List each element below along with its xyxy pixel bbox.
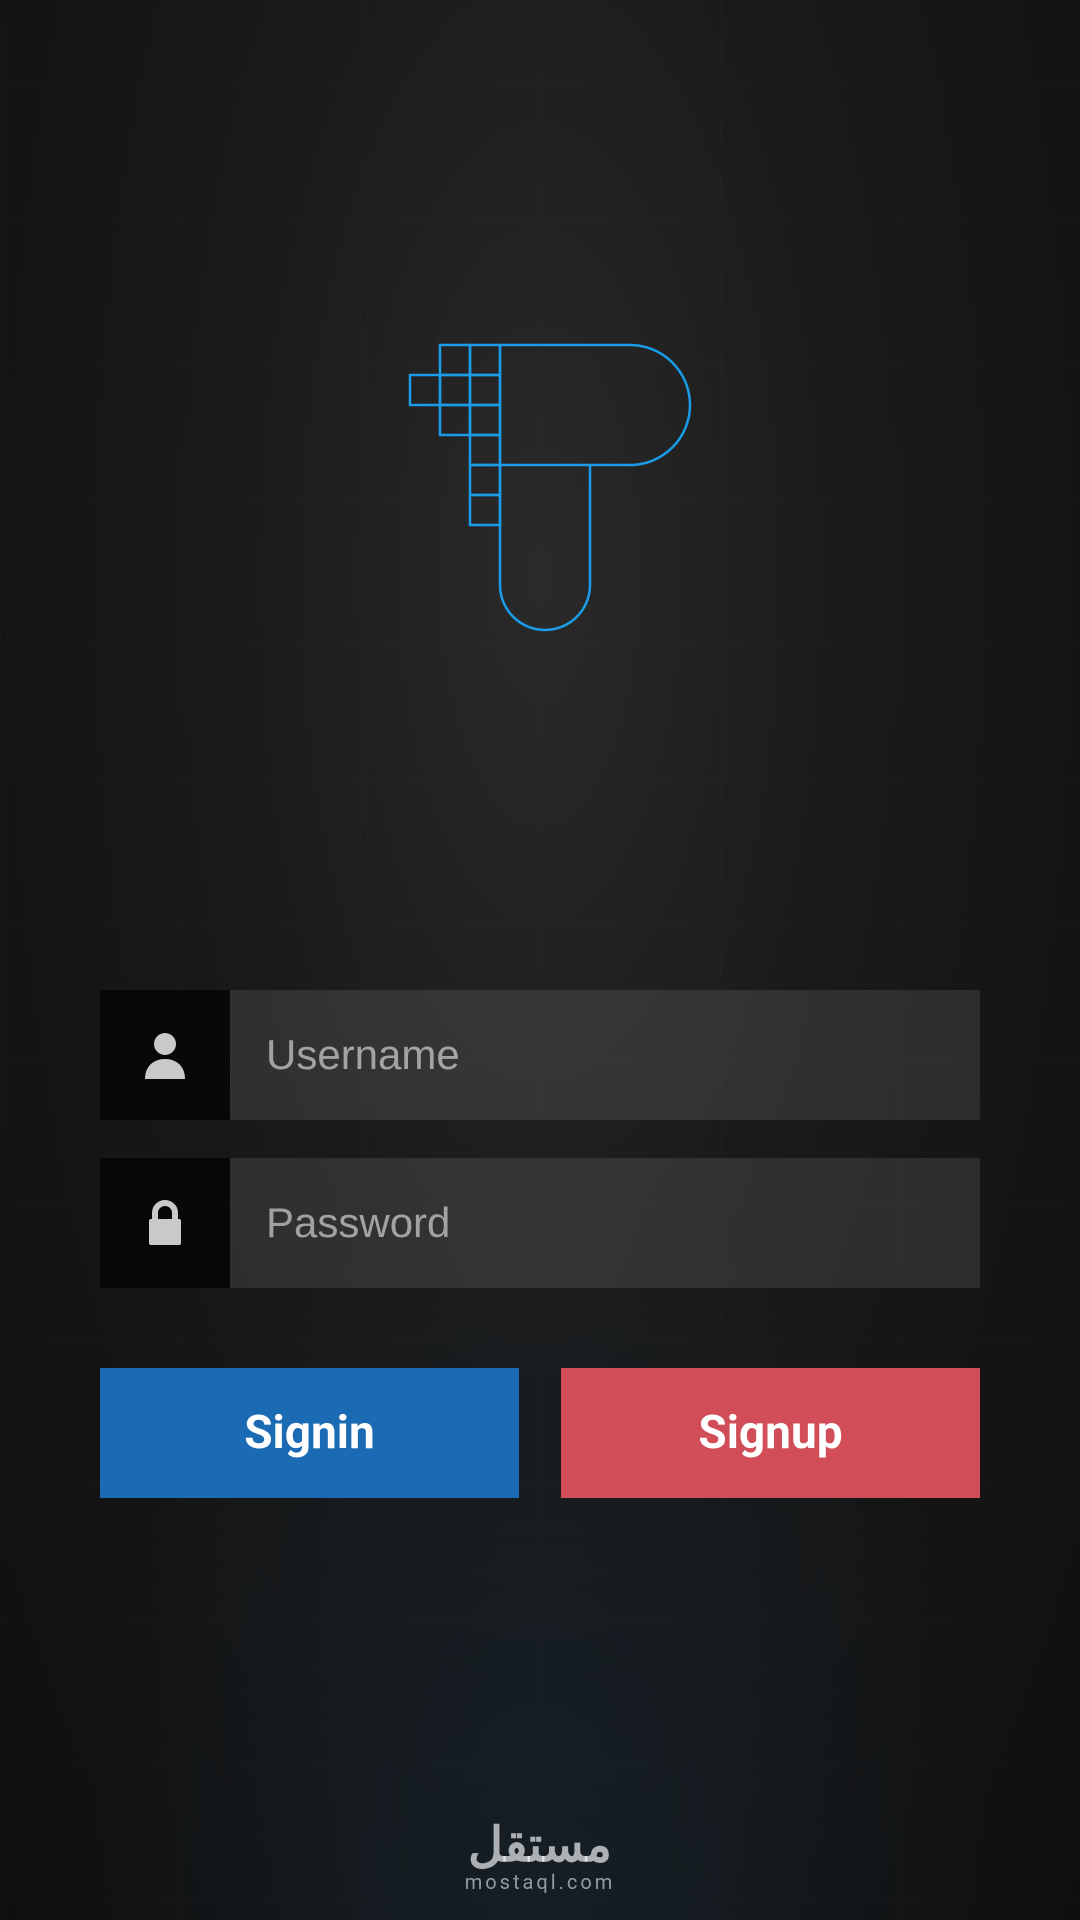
username-input[interactable] [230, 990, 980, 1120]
login-form: Signin Signup [100, 990, 980, 1498]
password-field-row [100, 1158, 980, 1288]
logo-icon [370, 340, 710, 650]
lock-icon [100, 1158, 230, 1288]
app-logo [370, 340, 710, 650]
footer-brand: مستقل mostaql.com [465, 1822, 616, 1892]
signin-button[interactable]: Signin [100, 1368, 519, 1498]
signup-button[interactable]: Signup [561, 1368, 980, 1498]
footer-brand-ar: مستقل [465, 1822, 616, 1870]
user-icon [100, 990, 230, 1120]
button-row: Signin Signup [100, 1368, 980, 1498]
password-input[interactable] [230, 1158, 980, 1288]
footer-brand-en: mostaql.com [465, 1872, 616, 1892]
username-field-row [100, 990, 980, 1120]
login-screen: Signin Signup مستقل mostaql.com [0, 0, 1080, 1920]
